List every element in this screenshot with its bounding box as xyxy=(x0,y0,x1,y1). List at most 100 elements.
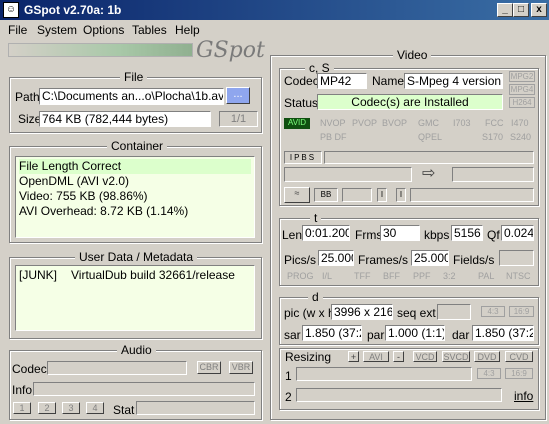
avid-chip: AVID xyxy=(284,118,310,129)
info-link[interactable]: info xyxy=(514,389,533,403)
i470-chip: I470 xyxy=(511,118,529,128)
s240-chip: S240 xyxy=(510,132,532,142)
audio-stream-3-button[interactable]: 3 xyxy=(62,402,80,414)
sar-label: sar xyxy=(284,328,301,342)
bb-indicator: BB xyxy=(314,188,338,202)
resize-43-chip: 4:3 xyxy=(477,368,501,379)
mpg4-chip: MPG4 xyxy=(509,84,535,95)
activity-strip xyxy=(8,43,193,57)
len-label: Len xyxy=(282,228,303,242)
bb-field xyxy=(342,188,372,202)
ar-43-chip: 4:3 xyxy=(481,306,505,317)
fcc-chip: FCC xyxy=(485,118,504,128)
kbps-label: kbps xyxy=(424,228,450,242)
name-field: S-Mpeg 4 version 2 xyxy=(404,73,503,89)
frames-field: 25.000 xyxy=(411,250,449,266)
resize-row1-field xyxy=(296,367,472,381)
audio-info-field xyxy=(33,382,255,396)
gmc-chip: GMC xyxy=(418,118,439,128)
status-field: Codec(s) are Installed xyxy=(317,94,503,110)
resize-svcd-button[interactable]: SVCD xyxy=(442,351,470,362)
audio-stream-2-button[interactable]: 2 xyxy=(38,402,56,414)
fields-field xyxy=(499,250,534,266)
frms-label: Frms xyxy=(355,228,383,242)
resize-row2-field xyxy=(296,388,502,402)
progress-bar-right xyxy=(452,167,534,182)
file-group-title: File xyxy=(120,70,148,84)
len-field: 0:01.200 xyxy=(302,225,350,241)
graph-icon[interactable]: ≈ xyxy=(284,187,310,203)
vbr-button[interactable]: VBR xyxy=(229,361,253,374)
menu-bar: File System Options Tables Help xyxy=(0,20,549,40)
bff-chip: BFF xyxy=(383,271,400,281)
menu-tables[interactable]: Tables xyxy=(132,23,167,37)
pvop-chip: PVOP xyxy=(352,118,378,128)
audio-stream-1-button[interactable]: 1 xyxy=(13,402,31,414)
resize-avi-button[interactable]: AVI xyxy=(363,351,389,362)
pic-field: 3996 x 2160 xyxy=(331,304,393,320)
pulldown-chip: 3:2 xyxy=(443,271,456,281)
menu-file[interactable]: File xyxy=(8,23,27,37)
menu-help[interactable]: Help xyxy=(175,23,200,37)
fields-label: Fields/s xyxy=(453,253,495,267)
frame-types-indicator: IPBS xyxy=(284,151,322,164)
gspot-logo: GSpot xyxy=(196,38,265,63)
container-line: AVI Overhead: 8.72 KB (1.14%) xyxy=(19,204,189,218)
resize-row2-label: 2 xyxy=(285,390,292,404)
dar-field: 1.850 (37:2 xyxy=(472,325,534,341)
audio-stream-4-button[interactable]: 4 xyxy=(86,402,104,414)
container-line: Video: 755 KB (98.86%) xyxy=(19,189,148,203)
h264-chip: H264 xyxy=(509,97,535,108)
kbps-field: 5156 xyxy=(451,225,483,241)
maximize-button[interactable]: □ xyxy=(513,3,529,17)
minimize-button[interactable]: _ xyxy=(497,3,513,17)
file-counter: 1/1 xyxy=(219,111,258,127)
video-group-title: Video xyxy=(393,48,432,62)
mpg2-chip: MPG2 xyxy=(509,71,535,82)
userdata-value: VirtualDub build 32661/release xyxy=(71,268,235,282)
path-field[interactable]: C:\Documents an...o\Plocha\1b.avi xyxy=(39,88,224,105)
userdata-group-title: User Data / Metadata xyxy=(75,250,198,264)
container-list: File Length Correct OpenDML (AVI v2.0) V… xyxy=(15,156,255,238)
progress-bar-left xyxy=(284,167,412,182)
menu-options[interactable]: Options xyxy=(83,23,124,37)
qf-label: Qf xyxy=(487,228,500,242)
prog-chip: PROG xyxy=(287,271,314,281)
container-line: File Length Correct xyxy=(19,159,251,174)
status-label: Status xyxy=(284,96,319,110)
frms-field: 30 xyxy=(380,225,420,241)
audio-codec-field xyxy=(47,361,187,375)
dar-label: dar xyxy=(452,328,470,342)
sar-field: 1.850 (37:2 xyxy=(302,325,362,341)
cbr-button[interactable]: CBR xyxy=(197,361,221,374)
dimensions-subgroup-title: d xyxy=(308,290,323,304)
audio-group-title: Audio xyxy=(117,343,156,357)
i703-chip: I703 xyxy=(453,118,471,128)
size-label: Size xyxy=(18,112,42,126)
qpel-chip: QPEL xyxy=(418,132,443,142)
browse-button[interactable]: ... xyxy=(226,87,250,104)
ntsc-chip: NTSC xyxy=(506,271,531,281)
pal-chip: PAL xyxy=(478,271,495,281)
i-indicator-2: I xyxy=(396,188,406,202)
bvop-chip: BVOP xyxy=(382,118,408,128)
resize-plus-button[interactable]: + xyxy=(348,351,359,362)
ar-169-chip: 16:9 xyxy=(509,306,534,317)
resize-dvd-button[interactable]: DVD xyxy=(474,351,500,362)
audio-stat-field xyxy=(136,401,255,415)
userdata-list: [JUNK] VirtualDub build 32661/release xyxy=(15,265,255,331)
pics-field: 25.000 xyxy=(318,250,354,266)
nvop-chip: NVOP xyxy=(320,118,346,128)
audio-info-label: Info xyxy=(12,383,33,397)
arrow-right-icon: ⇨ xyxy=(422,165,436,182)
resize-minus-button[interactable]: - xyxy=(393,351,404,362)
close-button[interactable]: x xyxy=(531,3,547,17)
resize-vcd-button[interactable]: VCD xyxy=(413,351,437,362)
app-icon: ☺ xyxy=(3,2,19,18)
seqext-label: seq ext xyxy=(397,306,436,320)
resize-cvd-button[interactable]: CVD xyxy=(505,351,533,362)
container-group-title: Container xyxy=(107,139,168,153)
menu-system[interactable]: System xyxy=(37,23,77,37)
name-label: Name xyxy=(372,74,405,88)
frames-label: Frames/s xyxy=(358,253,409,267)
